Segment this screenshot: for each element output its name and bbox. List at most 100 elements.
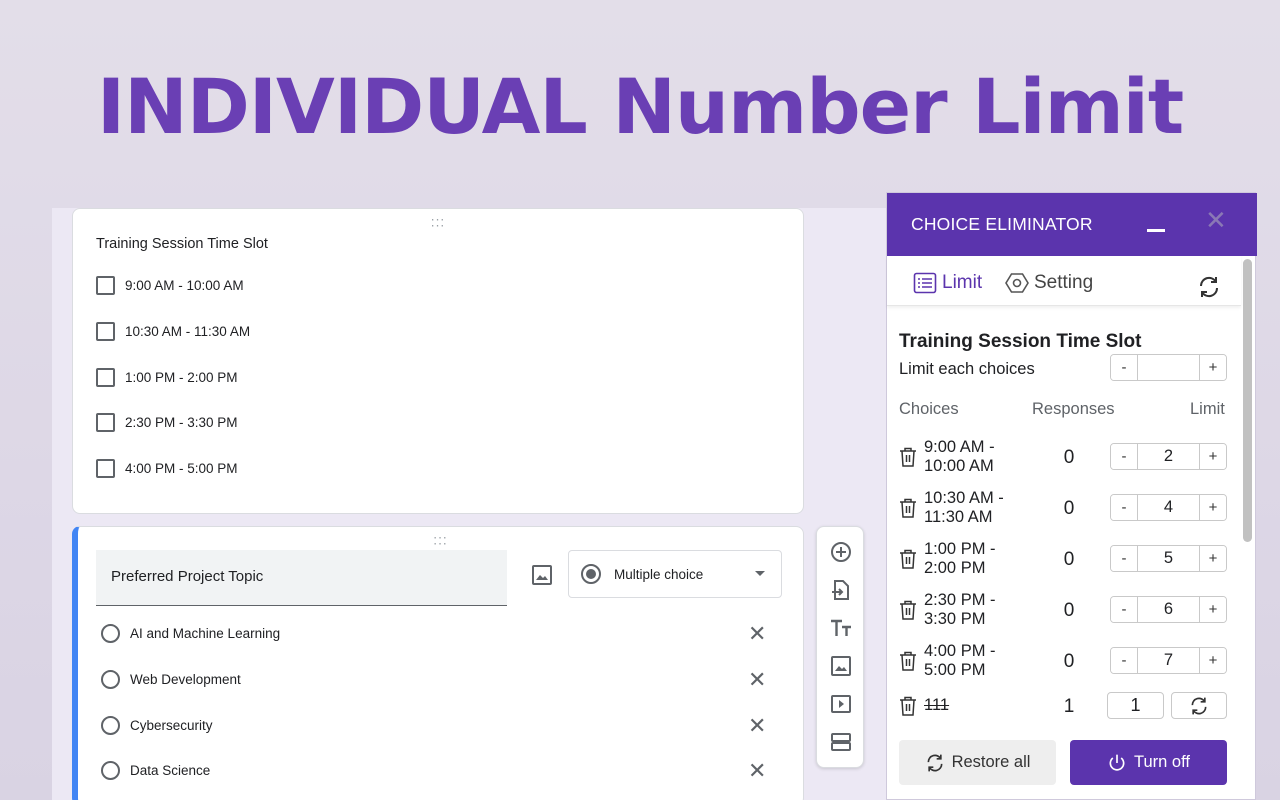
response-count: 0 xyxy=(1063,549,1075,570)
drag-handle-icon[interactable]: ⋅⋅⋅ ⋅⋅⋅ xyxy=(431,214,445,232)
choice-label-line2: 3:30 PM xyxy=(924,610,986,628)
add-image-icon[interactable] xyxy=(829,654,853,678)
import-questions-icon[interactable] xyxy=(829,578,853,602)
choice-label-line2: 11:30 AM xyxy=(924,508,993,526)
turn-off-button[interactable]: Turn off xyxy=(1070,740,1227,785)
gear-icon xyxy=(1005,273,1029,293)
limit-input[interactable]: 2 xyxy=(1137,444,1200,469)
decrement-button[interactable]: - xyxy=(1111,597,1137,622)
checkbox-option[interactable]: 9:00 AM - 10:00 AM xyxy=(96,276,244,295)
increment-button[interactable]: + xyxy=(1200,546,1226,571)
tab-limit[interactable]: Limit xyxy=(913,272,982,294)
choice-label-line2: 10:00 AM xyxy=(924,457,994,475)
question-title-input[interactable]: Preferred Project Topic xyxy=(96,550,507,606)
trash-icon[interactable] xyxy=(899,696,917,716)
refresh-icon[interactable] xyxy=(1197,275,1221,299)
limit-stepper[interactable]: - 7 + xyxy=(1110,647,1227,674)
option-label: 10:30 AM - 11:30 AM xyxy=(125,324,251,339)
response-count: 0 xyxy=(1063,600,1075,621)
limit-stepper[interactable]: - 6 + xyxy=(1110,596,1227,623)
tab-limit-label: Limit xyxy=(942,272,983,293)
add-image-icon[interactable] xyxy=(530,563,554,587)
limit-each-stepper[interactable]: - + xyxy=(1110,354,1227,381)
add-question-icon[interactable] xyxy=(829,540,853,564)
option-label: 4:00 PM - 5:00 PM xyxy=(125,461,238,476)
option-label: 9:00 AM - 10:00 AM xyxy=(125,278,244,293)
restore-all-button[interactable]: Restore all xyxy=(899,740,1056,785)
question-card-project-topic[interactable]: ⋅⋅⋅ ⋅⋅⋅ Preferred Project Topic Multiple … xyxy=(72,526,804,800)
limit-input[interactable]: 5 xyxy=(1137,546,1200,571)
checkbox-icon xyxy=(96,276,115,295)
form-side-toolbar xyxy=(816,526,864,768)
limit-input[interactable]: 6 xyxy=(1137,597,1200,622)
tab-setting[interactable]: Setting xyxy=(1005,272,1093,294)
radio-option[interactable]: Cybersecurity xyxy=(101,716,213,735)
limit-input[interactable]: 1 xyxy=(1107,692,1164,719)
increment-button[interactable]: + xyxy=(1200,648,1226,673)
radio-option[interactable]: Data Science xyxy=(101,761,210,780)
option-label: Cybersecurity xyxy=(130,718,213,733)
restore-all-label: Restore all xyxy=(951,753,1031,771)
checkbox-icon xyxy=(96,413,115,432)
radio-icon xyxy=(101,761,120,780)
option-label: 1:00 PM - 2:00 PM xyxy=(125,370,238,385)
trash-icon[interactable] xyxy=(899,549,917,569)
checkbox-option[interactable]: 1:00 PM - 2:00 PM xyxy=(96,368,238,387)
option-label: AI and Machine Learning xyxy=(130,626,281,641)
checkbox-option[interactable]: 10:30 AM - 11:30 AM xyxy=(96,322,250,341)
checkbox-option[interactable]: 4:00 PM - 5:00 PM xyxy=(96,459,238,478)
response-count: 1 xyxy=(1063,696,1075,717)
limit-each-input[interactable] xyxy=(1137,355,1200,380)
increment-button[interactable]: + xyxy=(1200,355,1226,380)
checkbox-option[interactable]: 2:30 PM - 3:30 PM xyxy=(96,413,238,432)
choice-label-line1: 9:00 AM - xyxy=(924,438,995,456)
remove-option-icon[interactable]: ✕ xyxy=(748,623,766,645)
decrement-button[interactable]: - xyxy=(1111,546,1137,571)
choice-label: 9:00 AM - 10:00 AM xyxy=(924,438,995,476)
remove-option-icon[interactable]: ✕ xyxy=(748,715,766,737)
limit-input[interactable]: 4 xyxy=(1137,495,1200,520)
panel-title: CHOICE ELIMINATOR xyxy=(911,214,1093,234)
checkbox-icon xyxy=(96,459,115,478)
decrement-button[interactable]: - xyxy=(1111,648,1137,673)
question-card-time-slot[interactable]: ⋅⋅⋅ ⋅⋅⋅ Training Session Time Slot 9:00 A… xyxy=(72,208,804,514)
increment-button[interactable]: + xyxy=(1200,444,1226,469)
add-title-icon[interactable] xyxy=(829,616,853,640)
question-type-select[interactable]: Multiple choice xyxy=(568,550,782,598)
remove-option-icon[interactable]: ✕ xyxy=(748,760,766,782)
limit-input[interactable]: 7 xyxy=(1137,648,1200,673)
limit-stepper[interactable]: - 4 + xyxy=(1110,494,1227,521)
remove-option-icon[interactable]: ✕ xyxy=(748,669,766,691)
trash-icon[interactable] xyxy=(899,498,917,518)
checkbox-icon xyxy=(96,368,115,387)
choice-label: 2:30 PM - 3:30 PM xyxy=(924,591,996,629)
choice-label-line1: 1:00 PM - xyxy=(924,540,996,558)
trash-icon[interactable] xyxy=(899,600,917,620)
minimize-icon[interactable] xyxy=(1147,229,1165,232)
radio-option[interactable]: Web Development xyxy=(101,670,241,689)
choice-label-line2: 5:00 PM xyxy=(924,661,986,679)
list-icon xyxy=(913,272,937,294)
choice-label: 4:00 PM - 5:00 PM xyxy=(924,642,996,680)
add-section-icon[interactable] xyxy=(829,730,853,754)
decrement-button[interactable]: - xyxy=(1111,495,1137,520)
choice-label-line2: 2:00 PM xyxy=(924,559,986,577)
close-icon[interactable]: ✕ xyxy=(1205,207,1227,233)
panel-scrollbar[interactable] xyxy=(1243,259,1252,542)
drag-handle-icon[interactable]: ⋅⋅⋅ ⋅⋅⋅ xyxy=(433,532,447,550)
limit-stepper[interactable]: - 2 + xyxy=(1110,443,1227,470)
add-video-icon[interactable] xyxy=(829,692,853,716)
trash-icon[interactable] xyxy=(899,651,917,671)
increment-button[interactable]: + xyxy=(1200,597,1226,622)
trash-icon[interactable] xyxy=(899,447,917,467)
choice-label: 10:30 AM - 11:30 AM xyxy=(924,489,1004,527)
limit-stepper[interactable]: - 5 + xyxy=(1110,545,1227,572)
tab-setting-label: Setting xyxy=(1034,272,1094,293)
option-label: Web Development xyxy=(130,672,241,687)
radio-option[interactable]: AI and Machine Learning xyxy=(101,624,280,643)
decrement-button[interactable]: - xyxy=(1111,355,1137,380)
question-type-label: Multiple choice xyxy=(614,566,704,582)
decrement-button[interactable]: - xyxy=(1111,444,1137,469)
restore-choice-button[interactable] xyxy=(1171,692,1227,719)
increment-button[interactable]: + xyxy=(1200,495,1226,520)
